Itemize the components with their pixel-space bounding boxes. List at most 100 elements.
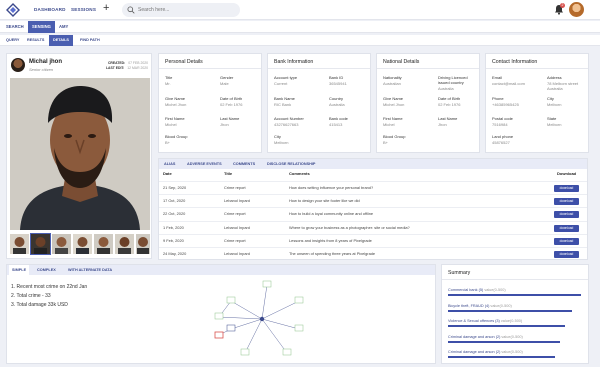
download-button[interactable]: download — [554, 198, 579, 206]
national-details-card: National Details Nationality Australian D… — [376, 53, 480, 153]
cell-title: Crime report — [224, 237, 246, 243]
summary-item[interactable]: Bicycle theft, FRAUD (4) value(0-500) — [448, 304, 584, 312]
field-value: 36545941 — [329, 81, 347, 86]
relationship-network[interactable] — [207, 279, 317, 363]
table-row[interactable]: 1 Feb, 2020 Lebanol Inpard Where to grow y… — [159, 220, 587, 233]
field-dob: Date of Birth 02 Feb 1976 — [220, 96, 242, 107]
tab-alternate-data[interactable]: WITH ALTERNATE DATA — [65, 265, 115, 275]
summary-value: value(0-500) — [501, 334, 523, 339]
field-give-name: Give Name Michel Jhon — [383, 96, 404, 107]
field-value: B+ — [383, 140, 389, 145]
field-label: Email — [492, 75, 503, 80]
profile-card: Michal jhon Senior citizen CREATED: 07 FE… — [6, 53, 152, 259]
secondary-tabs: QUERY RESULTS DETAILS FIND PATH — [0, 35, 600, 46]
field-bank-code: Bank code 415413 — [329, 116, 348, 127]
tab-sensing[interactable]: SENSING — [28, 21, 55, 33]
tab-amy[interactable]: AMY — [55, 21, 72, 33]
table-tabs: ALIAS ADVERSE EVENTS COMMENTS DISCLOSE R… — [159, 159, 587, 169]
summary-bar — [448, 325, 565, 327]
field-email: Email contact@mail.com — [492, 75, 525, 86]
tab-search[interactable]: SEARCH — [2, 21, 28, 33]
field-value: Michel — [383, 122, 395, 127]
field-state: State Melborn — [547, 116, 561, 127]
download-button[interactable]: download — [554, 224, 579, 232]
cell-title: Lebanol Inpard — [224, 224, 250, 230]
summary-label: Criminal damage and arson (2) — [448, 334, 501, 339]
field-label: Driving Licenced issued country — [438, 75, 468, 85]
table-row[interactable]: 24 May, 2020 Lebanol Inpard The unseen of … — [159, 247, 587, 259]
profile-last-edit: LAST EDIT: 12 MAR 2020 — [106, 66, 148, 70]
field-value: Male — [220, 81, 229, 86]
table-row[interactable]: 9 Feb, 2020 Crime report Lessons and insig… — [159, 233, 587, 246]
last-edit-value: 12 MAR 2020 — [127, 66, 148, 70]
tab-adverse-events[interactable]: ADVERSE EVENTS — [184, 159, 225, 169]
summary-item[interactable]: Violence & Sexual offences (3) value(0-5… — [448, 319, 584, 327]
field-first-name: First Name Michel — [383, 116, 403, 127]
field-label: Title — [165, 75, 173, 80]
thumbnail[interactable] — [115, 234, 134, 254]
summary-item[interactable]: Criminal damage and arson (2) value(0-50… — [448, 334, 584, 343]
field-label: Date of Birth — [220, 96, 243, 101]
field-label: Bank Name — [274, 96, 295, 101]
cell-title: Crime report — [224, 211, 246, 217]
thumbnail[interactable] — [30, 233, 51, 255]
download-button[interactable]: download — [554, 211, 579, 219]
nav-dashboard-link[interactable]: DASHBOARD — [34, 7, 66, 12]
field-value: Australia — [438, 86, 454, 91]
search-bar[interactable] — [122, 3, 240, 17]
tab-query[interactable]: QUERY — [2, 35, 23, 46]
summary-bar — [448, 340, 560, 343]
search-input[interactable] — [138, 6, 234, 14]
profile-photo — [10, 78, 150, 230]
add-icon[interactable]: + — [103, 3, 109, 14]
table-row[interactable]: 22 Oct, 2020 Crime report How to build a l… — [159, 207, 587, 219]
tab-disclose-relationship[interactable]: DISCLOSE RELATIONSHIP — [264, 159, 318, 169]
table-row[interactable]: 17 Oct, 2020 Lebanol Inpard How to design … — [159, 194, 587, 206]
thumbnail[interactable] — [136, 234, 150, 254]
cell-date: 17 Oct, 2020 — [163, 198, 186, 204]
field-label: City — [274, 134, 281, 139]
user-avatar[interactable] — [569, 2, 584, 17]
tab-comments[interactable]: COMMENTS — [230, 159, 258, 169]
bank-info-card: Bank Information Account type Current Ban… — [267, 53, 371, 153]
field-label: City — [547, 96, 554, 101]
thumbnail[interactable] — [52, 234, 71, 254]
thumbnail[interactable] — [73, 234, 92, 254]
tab-alias[interactable]: ALIAS — [161, 159, 178, 169]
summary-item[interactable]: Criminal damage and arson (2) value(0-50… — [448, 350, 584, 358]
download-button[interactable]: download — [554, 237, 579, 245]
download-button[interactable]: download — [554, 251, 579, 258]
graph-note: 1. Recent most crime on 22nd Jan — [11, 284, 88, 290]
thumbnail[interactable] — [10, 234, 29, 254]
divider — [377, 68, 479, 69]
field-first-name: First Name Michel — [165, 116, 185, 127]
card-title: Personal Details — [165, 59, 203, 65]
summary-item[interactable]: Commercial bank (5) value(0-500) — [448, 288, 584, 296]
graph-panel: SIMPLE COMPLEX WITH ALTERNATE DATA 1. Re… — [6, 264, 436, 364]
tab-complex[interactable]: COMPLEX — [34, 265, 59, 275]
tab-results[interactable]: RESULTS — [23, 35, 48, 46]
field-label: Last Name — [438, 116, 458, 121]
events-table-panel: ALIAS ADVERSE EVENTS COMMENTS DISCLOSE R… — [158, 158, 588, 260]
field-label: Address — [547, 75, 562, 80]
logo-icon[interactable] — [6, 3, 20, 17]
card-title: Contact Information — [492, 59, 538, 65]
nav-sessions-link[interactable]: SESSIONS — [71, 7, 96, 12]
tab-find-path[interactable]: FIND PATH — [76, 35, 104, 46]
download-button[interactable]: download — [554, 185, 579, 192]
field-value: 43276627663 — [274, 122, 299, 127]
field-last-name: Last Name Jhon — [220, 116, 239, 127]
field-value: RIC Bank — [274, 102, 292, 107]
field-bank-name: Bank Name RIC Bank — [274, 96, 295, 107]
summary-panel: Summary Commercial bank (5) value(0-500)… — [441, 264, 589, 364]
tab-simple[interactable]: SIMPLE — [9, 265, 30, 275]
field-gender: Gender Male — [220, 75, 233, 86]
thumbnail[interactable] — [94, 234, 113, 254]
table-row[interactable]: 21 Sep, 2020 Crime report How does writing… — [159, 181, 587, 193]
field-postal-code: Postal code 7516984 — [492, 116, 513, 127]
field-value: Jhon — [438, 122, 447, 127]
divider — [268, 68, 370, 69]
field-dob: Date of Birth 02 Feb 1976 — [438, 96, 460, 107]
tab-details[interactable]: DETAILS — [49, 35, 73, 46]
table-header: Date Title Comments Download — [159, 171, 587, 179]
